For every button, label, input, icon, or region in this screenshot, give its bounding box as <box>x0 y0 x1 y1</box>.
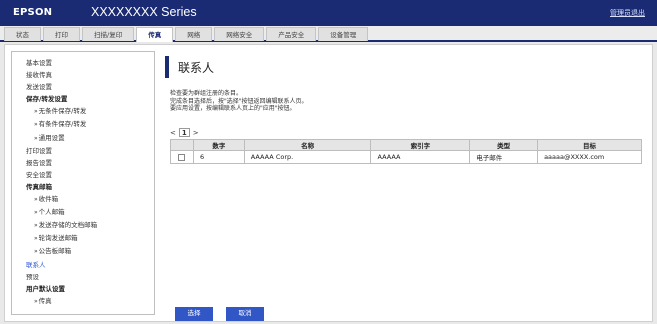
chevron-right-icon: » <box>34 121 38 129</box>
sidebar-item-conditional-save[interactable]: »有条件保存/转发 <box>26 118 154 131</box>
sidebar-item-report-settings[interactable]: 报告设置 <box>26 157 154 169</box>
column-header-type[interactable]: 类型 <box>469 139 539 151</box>
printer-model-title: XXXXXXXX Series <box>91 5 197 19</box>
row-checkbox[interactable] <box>178 153 186 161</box>
cell-target: aaaaa@XXXX.com <box>537 150 642 164</box>
sidebar-item-save-forward[interactable]: 保存/转发设置 <box>26 93 154 105</box>
cell-name: AAAAA Corp. <box>243 150 372 164</box>
cancel-button[interactable]: 取消 <box>226 307 264 321</box>
sidebar-item-contacts[interactable]: 联系人 <box>26 259 154 271</box>
tab-product-security[interactable]: 产品安全 <box>266 27 317 41</box>
sidebar-item-send-settings[interactable]: 发送设置 <box>26 81 154 93</box>
chevron-right-icon: » <box>34 297 38 305</box>
prev-page-button[interactable]: < <box>170 129 176 137</box>
sidebar-item-unconditional-save[interactable]: »无条件保存/转发 <box>26 105 154 118</box>
sidebar-item-polling-box[interactable]: »轮询发送邮箱 <box>26 232 154 245</box>
chevron-right-icon: » <box>34 222 38 230</box>
page-title: 联系人 <box>178 61 215 75</box>
sidebar-item-print-settings[interactable]: 打印设置 <box>26 145 154 157</box>
sidebar-menu: 基本设置 接收传真 发送设置 保存/转发设置 »无条件保存/转发 »有条件保存/… <box>11 51 155 315</box>
column-header-index[interactable]: 索引字 <box>370 139 471 151</box>
column-header-select <box>170 139 194 151</box>
column-header-number[interactable]: 数字 <box>192 139 245 151</box>
cell-index: AAAAA <box>370 150 471 164</box>
next-page-button[interactable]: > <box>193 129 199 137</box>
chevron-right-icon: » <box>34 134 38 142</box>
tab-fax[interactable]: 传真 <box>136 27 174 42</box>
content-panel: 基本设置 接收传真 发送设置 保存/转发设置 »无条件保存/转发 »有条件保存/… <box>4 44 653 322</box>
sidebar-item-presets[interactable]: 预设 <box>26 271 154 283</box>
table-header-row: 数字 名称 索引字 类型 目标 <box>170 139 642 151</box>
sidebar-item-fax-box[interactable]: 传真邮箱 <box>26 181 154 193</box>
description-line: 完成条目选择后，按"选择"按钮返回编辑联系人页。 <box>170 97 308 105</box>
brand-logo: EPSON <box>13 7 53 18</box>
sidebar-item-common-settings[interactable]: »通用设置 <box>26 132 154 145</box>
sidebar-item-label: 轮询发送邮箱 <box>38 234 78 243</box>
tab-status[interactable]: 状态 <box>4 27 41 41</box>
sidebar-item-fax-defaults[interactable]: »传真 <box>26 295 154 308</box>
sidebar-item-label: 公告板邮箱 <box>38 247 72 256</box>
sidebar-item-bulletin-box[interactable]: »公告板邮箱 <box>26 245 154 258</box>
column-header-name[interactable]: 名称 <box>243 139 372 151</box>
description-line: 检查要为群组注册的条目。 <box>170 90 243 97</box>
table-row: 6 AAAAA Corp. AAAAA 电子邮件 aaaaa@XXXX.com <box>170 150 642 164</box>
chevron-right-icon: » <box>34 196 38 204</box>
sidebar-item-stored-docs-box[interactable]: »发送存储的文档邮箱 <box>26 219 154 232</box>
sidebar-item-personal-box[interactable]: »个人邮箱 <box>26 206 154 219</box>
row-select-cell <box>170 150 194 164</box>
page-description: 检查要为群组注册的条目。 完成条目选择后，按"选择"按钮返回编辑联系人页。 要应… <box>170 90 308 113</box>
pagination: < 1 > <box>168 128 201 137</box>
sidebar-item-inbox[interactable]: »收件箱 <box>26 193 154 206</box>
main-panel: 联系人 检查要为群组注册的条目。 完成条目选择后，按"选择"按钮返回编辑联系人页… <box>165 51 645 321</box>
tab-network[interactable]: 网络 <box>175 27 213 41</box>
tab-device-management[interactable]: 设备管理 <box>318 27 369 41</box>
current-page-button[interactable]: 1 <box>178 128 190 137</box>
tab-print[interactable]: 打印 <box>43 27 80 41</box>
sidebar-item-label: 传真 <box>38 296 52 305</box>
sidebar-item-label: 个人邮箱 <box>38 208 65 217</box>
chevron-right-icon: » <box>34 235 38 243</box>
chevron-right-icon: » <box>34 108 38 116</box>
cell-type: 电子邮件 <box>469 150 539 164</box>
contacts-table: 数字 名称 索引字 类型 目标 6 AAAAA Corp. AAAAA 电子邮件… <box>170 139 642 164</box>
description-line: 要应用设置，按编辑联系人页上的"应用"按钮。 <box>170 105 296 112</box>
sidebar-item-basic-settings[interactable]: 基本设置 <box>26 57 154 69</box>
chevron-right-icon: » <box>34 209 38 217</box>
sidebar-item-user-defaults[interactable]: 用户默认设置 <box>26 283 154 295</box>
tab-network-security[interactable]: 网络安全 <box>214 27 265 41</box>
select-button[interactable]: 选择 <box>175 307 213 321</box>
sidebar-item-receive-fax[interactable]: 接收传真 <box>26 69 154 81</box>
title-accent-bar <box>165 56 169 78</box>
tab-scan-copy[interactable]: 扫描/复印 <box>82 27 135 41</box>
sidebar-item-label: 通用设置 <box>38 133 65 142</box>
chevron-right-icon: » <box>34 248 38 256</box>
app-header: EPSON XXXXXXXX Series 管理员退出 <box>0 0 657 26</box>
cell-number: 6 <box>192 150 245 164</box>
sidebar-item-label: 发送存储的文档邮箱 <box>38 221 98 230</box>
sidebar-item-security-settings[interactable]: 安全设置 <box>26 169 154 181</box>
sidebar-item-label: 无条件保存/转发 <box>38 107 87 116</box>
admin-logout-link[interactable]: 管理员退出 <box>610 8 645 18</box>
column-header-target[interactable]: 目标 <box>537 139 642 151</box>
sidebar-item-label: 有条件保存/转发 <box>38 120 87 129</box>
main-tab-bar: 状态 打印 扫描/复印 传真 网络 网络安全 产品安全 设备管理 <box>0 26 657 42</box>
sidebar-item-label: 收件箱 <box>38 195 59 204</box>
